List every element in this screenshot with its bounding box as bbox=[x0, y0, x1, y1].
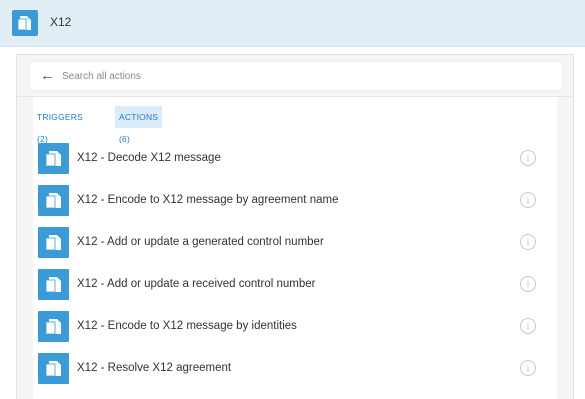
info-icon[interactable]: i bbox=[520, 192, 536, 208]
action-item-decode[interactable]: X12 - Decode X12 message i bbox=[33, 143, 557, 185]
action-label: X12 - Encode to X12 message by identitie… bbox=[77, 320, 297, 332]
action-item-resolve-agreement[interactable]: X12 - Resolve X12 agreement i bbox=[33, 353, 557, 395]
connector-title: X12 bbox=[50, 15, 72, 29]
search-input[interactable] bbox=[60, 66, 544, 86]
x12-action-icon bbox=[38, 227, 69, 258]
tab-triggers[interactable]: TRIGGERS (2) bbox=[33, 106, 87, 144]
action-item-encode-by-agreement[interactable]: X12 - Encode to X12 message by agreement… bbox=[33, 185, 557, 227]
action-item-received-control-number[interactable]: X12 - Add or update a received control n… bbox=[33, 269, 557, 311]
search-box: ← bbox=[29, 61, 563, 91]
actions-panel: ← TRIGGERS (2) ACTIONS (6) X12 - Decode … bbox=[16, 54, 574, 399]
info-icon[interactable]: i bbox=[520, 276, 536, 292]
actions-list-container: TRIGGERS (2) ACTIONS (6) X12 - Decode X1… bbox=[33, 97, 557, 399]
action-label: X12 - Add or update a generated control … bbox=[77, 236, 324, 248]
action-item-encode-by-identities[interactable]: X12 - Encode to X12 message by identitie… bbox=[33, 311, 557, 353]
action-label: X12 - Encode to X12 message by agreement… bbox=[77, 194, 339, 206]
x12-action-icon bbox=[38, 185, 69, 216]
connector-header: X12 bbox=[0, 0, 585, 47]
x12-action-icon bbox=[38, 143, 69, 174]
x12-action-icon bbox=[38, 311, 69, 342]
info-icon[interactable]: i bbox=[520, 360, 536, 376]
info-icon[interactable]: i bbox=[520, 318, 536, 334]
info-icon[interactable]: i bbox=[520, 150, 536, 166]
info-icon[interactable]: i bbox=[520, 234, 536, 250]
action-label: X12 - Decode X12 message bbox=[77, 152, 221, 164]
tab-actions[interactable]: ACTIONS (6) bbox=[115, 106, 163, 144]
action-label: X12 - Add or update a received control n… bbox=[77, 278, 316, 290]
back-arrow-icon[interactable]: ← bbox=[40, 67, 55, 84]
action-item-generated-control-number[interactable]: X12 - Add or update a generated control … bbox=[33, 227, 557, 269]
x12-connector-icon bbox=[12, 10, 38, 36]
action-label: X12 - Resolve X12 agreement bbox=[77, 362, 232, 374]
x12-action-icon bbox=[38, 269, 69, 300]
x12-action-icon bbox=[38, 353, 69, 384]
